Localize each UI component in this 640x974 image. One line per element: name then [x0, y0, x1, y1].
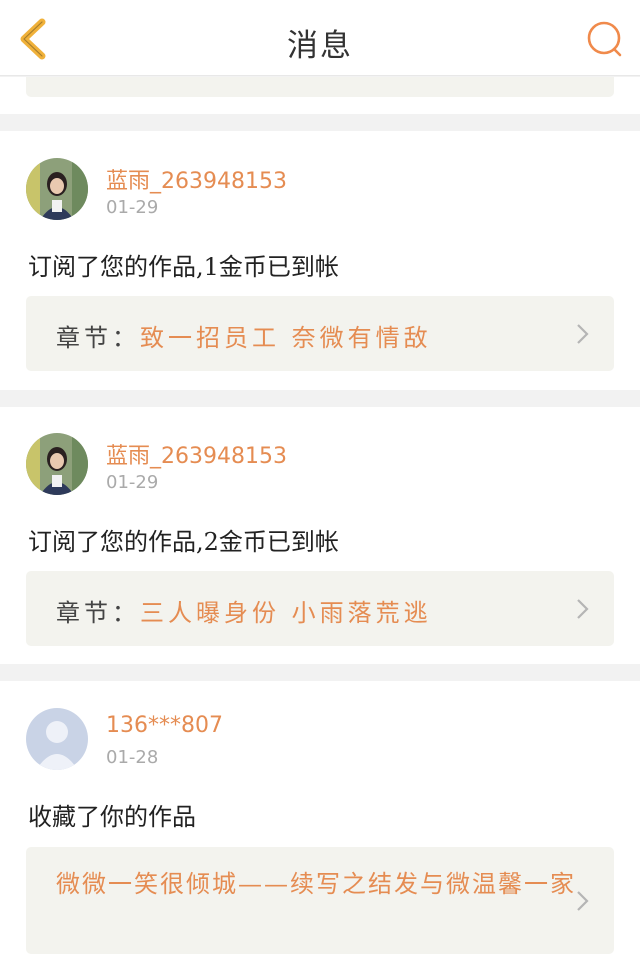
message-card: 蓝雨_263948153 01-29 订阅了您的作品,1金币已到帐 章节：致一招… — [0, 131, 640, 390]
user-photo-avatar — [26, 158, 88, 220]
chapter-label: 章节： — [56, 599, 140, 627]
username[interactable]: 蓝雨_263948153 — [106, 438, 287, 470]
default-avatar — [26, 708, 88, 770]
username[interactable]: 蓝雨_263948153 — [106, 163, 287, 195]
chapter-label: 章节： — [56, 324, 140, 352]
user-avatar[interactable] — [26, 158, 88, 220]
message-text: 订阅了您的作品,2金币已到帐 — [28, 528, 339, 556]
message-card: 136***807 01-28 收藏了你的作品 微微一笑很倾城——续写之结发与微… — [0, 681, 640, 974]
message-text: 收藏了你的作品 — [28, 803, 196, 831]
message-date: 01-29 — [106, 197, 159, 218]
work-title: 微微一笑很倾城——续写之结发与微温馨一家 — [56, 870, 576, 898]
chapter-box[interactable]: 章节：致一招员工 奈微有情敌 — [26, 296, 614, 371]
chevron-right-icon — [577, 599, 589, 619]
chapter-line: 章节：致一招员工 奈微有情敌 — [56, 318, 432, 353]
chapter-box[interactable]: 章节：三人曝身份 小雨落荒逃 — [26, 571, 614, 646]
message-card: 蓝雨_263948153 01-29 订阅了您的作品,2金币已到帐 章节：三人曝… — [0, 407, 640, 664]
message-date: 01-28 — [106, 747, 159, 768]
previous-message-box[interactable] — [26, 77, 614, 97]
chapter-name: 致一招员工 奈微有情敌 — [140, 324, 432, 352]
header-bar: 消息 — [0, 0, 640, 76]
username[interactable]: 136***807 — [106, 713, 223, 738]
work-box[interactable]: 微微一笑很倾城——续写之结发与微温馨一家 — [26, 847, 614, 954]
user-avatar[interactable] — [26, 433, 88, 495]
search-button[interactable] — [584, 18, 626, 60]
message-date: 01-29 — [106, 472, 159, 493]
message-text: 订阅了您的作品,1金币已到帐 — [28, 253, 339, 281]
chevron-right-icon — [577, 891, 589, 911]
chevron-right-icon — [577, 324, 589, 344]
user-avatar[interactable] — [26, 708, 88, 770]
previous-message-card — [0, 77, 640, 114]
user-photo-avatar — [26, 433, 88, 495]
search-icon — [587, 21, 622, 57]
chapter-name: 三人曝身份 小雨落荒逃 — [140, 599, 432, 627]
page-title: 消息 — [287, 28, 353, 64]
chapter-line: 章节：三人曝身份 小雨落荒逃 — [56, 593, 432, 628]
